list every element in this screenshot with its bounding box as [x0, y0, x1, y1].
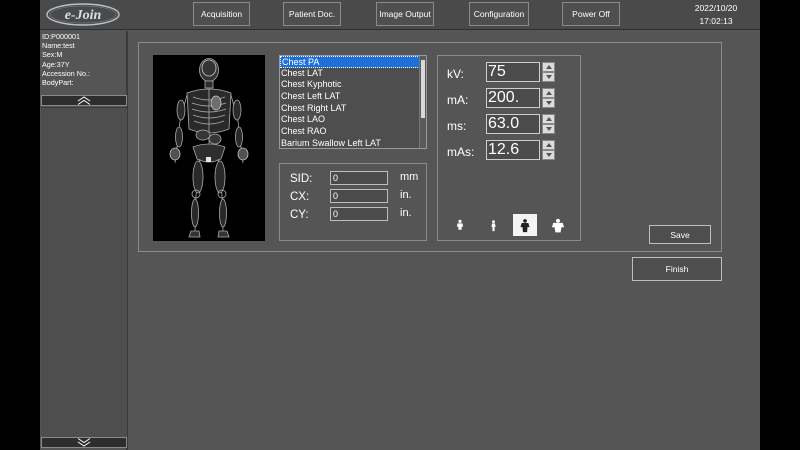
mas-increase-button[interactable] — [542, 140, 555, 150]
kv-decrease-button[interactable] — [542, 72, 555, 82]
protocol-item-barium-swallow-left-lat[interactable]: Barium Swallow Left LAT — [280, 138, 420, 148]
body-part-selector-image[interactable] — [153, 55, 265, 241]
body-size-medium-button[interactable] — [513, 214, 537, 236]
nav-power-off-button[interactable]: Power Off — [562, 2, 620, 26]
mas-value[interactable]: 12.6 — [486, 140, 540, 160]
mas-spinner — [542, 140, 555, 160]
logo-text: e-Join — [65, 8, 102, 23]
cy-label: CY: — [290, 209, 309, 221]
clock: 2022/10/20 17:02:13 — [676, 2, 756, 28]
ma-decrease-button[interactable] — [542, 98, 555, 108]
arrow-up-icon — [545, 65, 552, 69]
clock-date: 2022/10/20 — [694, 3, 738, 13]
nav-patient-doc-button[interactable]: Patient Doc. — [283, 2, 341, 26]
kv-label: kV: — [447, 67, 464, 81]
skeleton-figure-icon — [169, 58, 249, 238]
geometry-panel: SID: 0 mm CX: 0 in. CY: 0 in. — [279, 163, 427, 241]
ms-label: ms: — [447, 119, 467, 133]
patient-bodypart: BodyPart: — [42, 78, 74, 88]
patient-info: ID:P000001 Name:test Sex:M Age:37Y Acces… — [40, 31, 126, 88]
ms-increase-button[interactable] — [542, 114, 555, 124]
body-size-slim-button[interactable] — [481, 214, 505, 236]
patient-name: Name:test — [42, 41, 75, 51]
protocol-list[interactable]: Chest PA Chest LAT Chest Kyphotic Chest … — [279, 55, 427, 149]
app-window: e-Join Acquisition Patient Doc. Image Ou… — [40, 0, 760, 450]
kv-increase-button[interactable] — [542, 62, 555, 72]
protocol-item-chest-right-lat[interactable]: Chest Right LAT — [280, 103, 420, 115]
ms-spinner — [542, 114, 555, 134]
nav-configuration-button[interactable]: Configuration — [469, 2, 529, 26]
kv-spinner — [542, 62, 555, 82]
protocol-item-chest-lao[interactable]: Chest LAO — [280, 114, 420, 126]
protocol-item-chest-left-lat[interactable]: Chest Left LAT — [280, 91, 420, 103]
double-chevron-up-icon — [77, 96, 91, 105]
exam-setup-panel: Chest PA Chest LAT Chest Kyphotic Chest … — [138, 42, 722, 252]
protocol-item-chest-lat[interactable]: Chest LAT — [280, 68, 420, 80]
sid-input[interactable]: 0 — [330, 171, 388, 185]
cx-label: CX: — [290, 191, 310, 203]
ma-label: mA: — [447, 93, 469, 107]
sid-label: SID: — [290, 173, 313, 185]
scroll-down-button[interactable] — [41, 437, 127, 448]
ms-value[interactable]: 63.0 — [486, 114, 540, 134]
protocol-item-chest-kyphotic[interactable]: Chest Kyphotic — [280, 79, 420, 91]
sid-unit: mm — [400, 171, 419, 183]
patient-accession: Accession No.: — [42, 68, 90, 78]
protocol-scrollbar-thumb[interactable] — [421, 60, 425, 118]
patient-age: Age:37Y — [42, 59, 70, 69]
slim-person-icon — [490, 219, 496, 231]
ma-spinner — [542, 88, 555, 108]
arrow-down-icon — [545, 153, 552, 157]
protocol-item-chest-pa[interactable]: Chest PA — [280, 56, 420, 68]
scroll-up-button[interactable] — [41, 95, 127, 106]
child-icon — [456, 219, 464, 230]
nav-image-output-button[interactable]: Image Output — [376, 2, 434, 26]
ms-decrease-button[interactable] — [542, 124, 555, 134]
patient-id: ID:P000001 — [42, 32, 80, 41]
ma-increase-button[interactable] — [542, 88, 555, 98]
kv-value[interactable]: 75 — [486, 62, 540, 82]
e-join-logo: e-Join — [45, 2, 125, 26]
arrow-up-icon — [545, 117, 552, 121]
mas-label: mAs: — [447, 145, 475, 159]
ma-value[interactable]: 200. — [486, 88, 540, 108]
cx-unit: in. — [400, 189, 412, 201]
medium-person-icon — [520, 218, 530, 232]
exposure-panel: kV: 75 mA: 200. ms: 63.0 mAs: 12.6 — [437, 55, 581, 241]
arrow-up-icon — [545, 143, 552, 147]
cy-unit: in. — [400, 207, 412, 219]
patient-sex: Sex:M — [42, 50, 63, 60]
exam-list[interactable] — [41, 107, 127, 437]
save-button[interactable]: Save — [649, 225, 711, 244]
arrow-down-icon — [545, 127, 552, 131]
large-person-icon — [552, 218, 564, 232]
double-chevron-down-icon — [77, 438, 91, 447]
protocol-item-chest-rao[interactable]: Chest RAO — [280, 126, 420, 138]
clock-time: 17:02:13 — [699, 16, 733, 26]
patient-panel: ID:P000001 Name:test Sex:M Age:37Y Acces… — [40, 31, 128, 450]
mas-decrease-button[interactable] — [542, 150, 555, 160]
body-size-large-button[interactable] — [546, 214, 570, 236]
arrow-up-icon — [545, 91, 552, 95]
cy-input[interactable]: 0 — [330, 207, 388, 221]
nav-acquisition-button[interactable]: Acquisition — [193, 2, 250, 26]
arrow-down-icon — [545, 101, 552, 105]
top-bar: e-Join Acquisition Patient Doc. Image Ou… — [40, 0, 760, 30]
body-size-child-button[interactable] — [448, 214, 472, 236]
arrow-down-icon — [545, 75, 552, 79]
protocol-scrollbar[interactable] — [419, 56, 426, 148]
cx-input[interactable]: 0 — [330, 189, 388, 203]
finish-button[interactable]: Finish — [632, 257, 722, 281]
